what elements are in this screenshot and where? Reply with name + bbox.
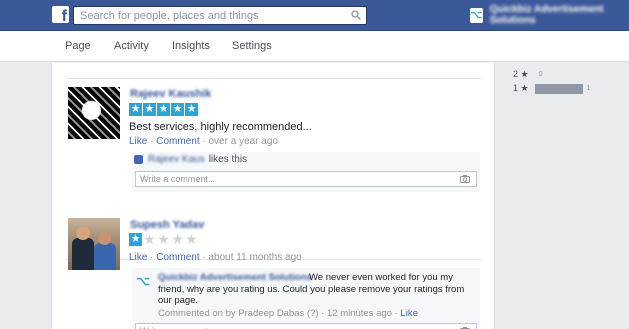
likes-row: Rajeev Kaus likes this: [132, 152, 480, 166]
reviews-card: Rajeev Kaushik ★ ★ ★ ★ ★ Best services, high…: [51, 63, 495, 329]
top-bar: f ⌥ Quickbiz Advertisement Solutions: [0, 0, 629, 31]
rating-row: 2 ★ 0: [513, 69, 543, 79]
reply-text: We never even worked for you my friend, …: [158, 272, 465, 306]
reviewer-avatar[interactable]: [68, 218, 120, 270]
likes-text: likes this: [208, 153, 248, 165]
rating-count: 1: [586, 85, 591, 92]
review-actions: Like · Comment · about 11 months ago: [129, 252, 302, 263]
tab-insights[interactable]: Insights: [172, 40, 210, 52]
reviewer-avatar[interactable]: [68, 87, 120, 139]
divider: [66, 78, 481, 79]
page-reply-box: ⌥ Quickbiz Advertisement Solutions We ne…: [132, 268, 480, 328]
star-filled-icon: ★: [129, 103, 142, 116]
star-rating: ★ ★ ★ ★ ★: [129, 103, 198, 116]
reply-meta: Commented on by Pradeep Dabas (?) · 12 m…: [158, 308, 418, 319]
rating-breakdown: 2 ★ 0 1 ★ 1: [495, 63, 629, 329]
reply-timestamp[interactable]: 12 minutes ago: [327, 308, 392, 319]
likes-box: Rajeev Kaus likes this: [132, 152, 480, 192]
like-link[interactable]: Like: [129, 136, 147, 147]
star-filled-icon: ★: [185, 103, 198, 116]
tab-settings[interactable]: Settings: [232, 40, 272, 52]
page-tab-bar: Page Activity Insights Settings: [0, 31, 629, 62]
camera-icon[interactable]: [460, 175, 470, 183]
reviewer-name[interactable]: Rajeev Kaushik: [130, 88, 211, 100]
liker-name[interactable]: Rajeev Kaus: [148, 154, 205, 165]
help-badge[interactable]: (?): [307, 308, 319, 319]
comment-input[interactable]: [136, 324, 436, 329]
search-icon[interactable]: [351, 10, 361, 20]
tab-activity[interactable]: Activity: [114, 40, 149, 52]
review-actions: Like · Comment · over a year ago: [129, 136, 278, 147]
review-timestamp[interactable]: about 11 months ago: [209, 252, 302, 263]
review-timestamp[interactable]: over a year ago: [209, 136, 279, 147]
comment-field[interactable]: [135, 171, 477, 187]
rating-row: 1 ★ 1: [513, 83, 591, 94]
star-rating: ★ ★ ★ ★ ★: [129, 231, 198, 247]
review-text: Best services, highly recommended...: [129, 121, 312, 133]
comment-link[interactable]: Comment: [156, 136, 199, 147]
page-identity[interactable]: ⌥ Quickbiz Advertisement Solutions: [470, 4, 629, 26]
page-logo-icon[interactable]: ⌥: [132, 272, 154, 290]
like-link[interactable]: Like: [129, 252, 147, 263]
star-empty-icon: ★: [171, 231, 184, 247]
comment-link[interactable]: Comment: [156, 252, 199, 263]
page-logo-icon: ⌥: [470, 7, 483, 23]
rating-bar: [534, 83, 583, 94]
star-empty-icon: ★: [143, 231, 156, 247]
tab-page[interactable]: Page: [65, 40, 91, 52]
search-input[interactable]: [74, 7, 344, 24]
page-name[interactable]: Quickbiz Advertisement Solutions: [490, 4, 629, 26]
reviewer-name[interactable]: Supesh Yadav: [130, 219, 204, 231]
star-empty-icon: ★: [157, 231, 170, 247]
comment-input[interactable]: [136, 172, 436, 186]
comment-field[interactable]: [135, 323, 477, 329]
star-filled-icon: ★: [171, 103, 184, 116]
facebook-logo-icon[interactable]: f: [52, 6, 69, 25]
star-filled-icon: ★: [157, 103, 170, 116]
star-empty-icon: ★: [185, 231, 198, 247]
like-link[interactable]: Like: [400, 308, 417, 319]
thumbs-up-icon: [134, 154, 143, 164]
search-box[interactable]: [73, 6, 367, 25]
star-filled-icon: ★: [143, 103, 156, 116]
star-filled-icon: ★: [129, 233, 142, 246]
rating-count: 0: [538, 71, 543, 78]
